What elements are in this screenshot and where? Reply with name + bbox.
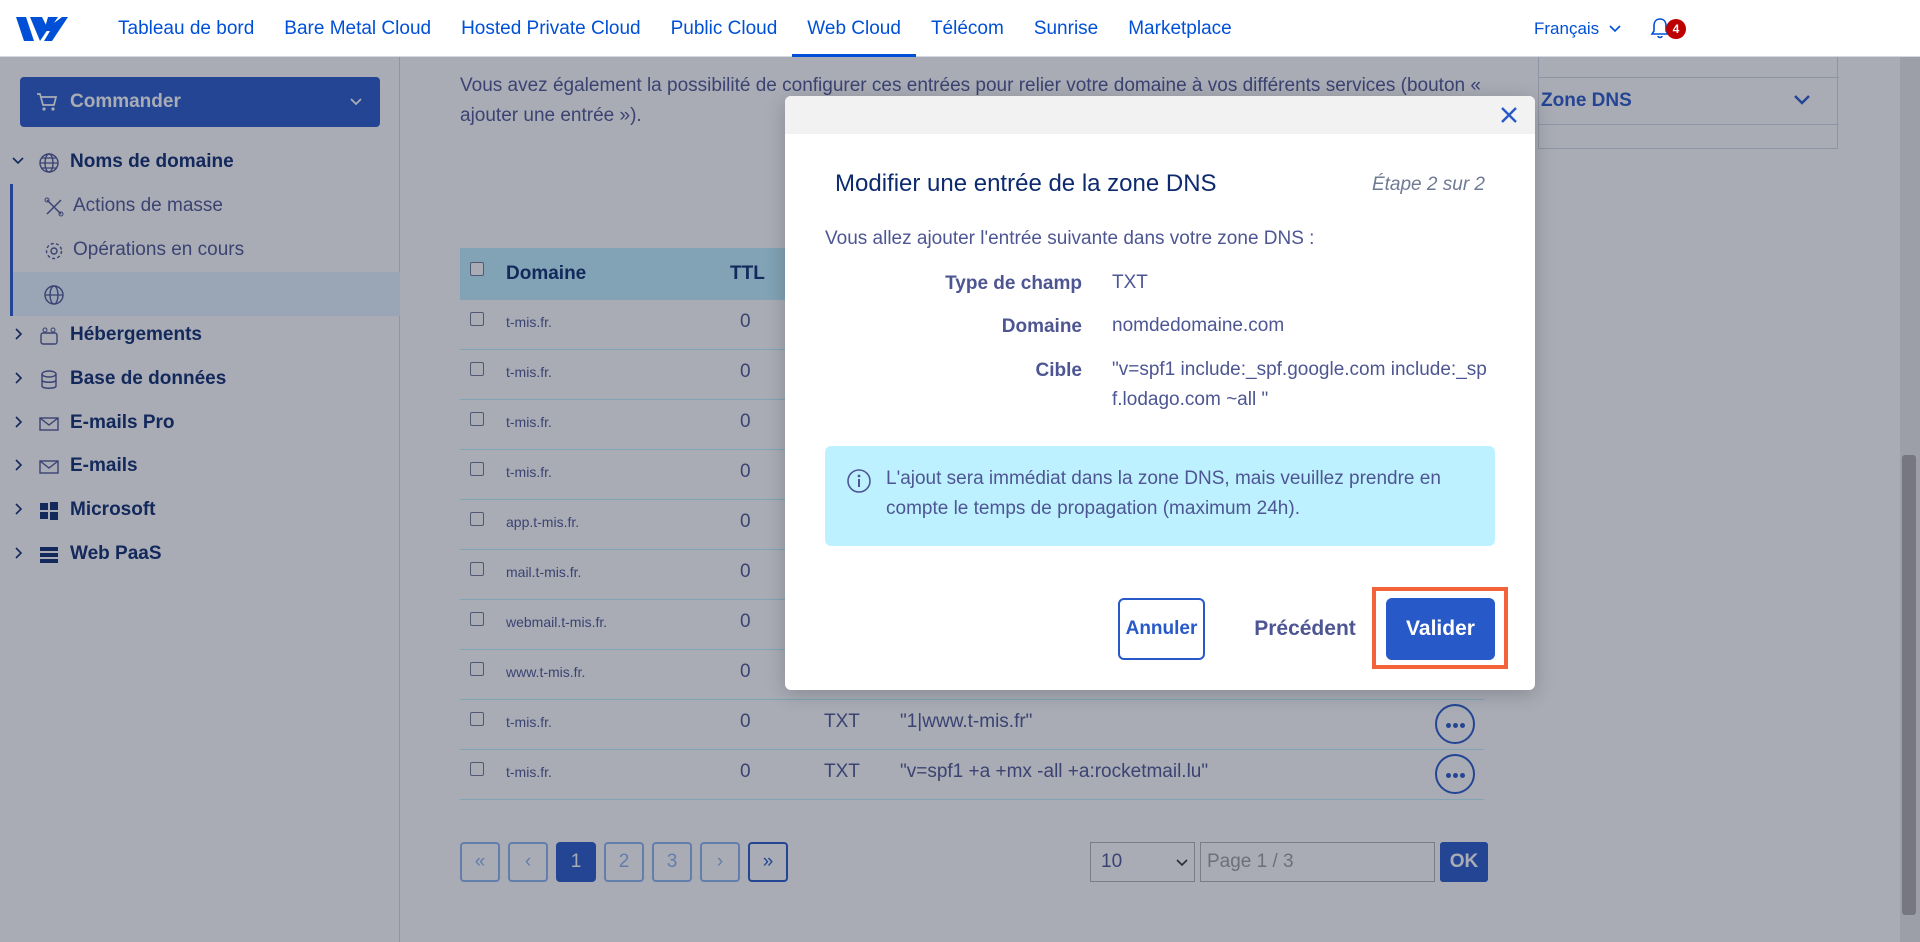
edit-dns-entry-modal: Modifier une entrée de la zone DNS Étape…	[785, 96, 1535, 690]
field-label: Cible	[1035, 360, 1082, 381]
scrollbar-thumb[interactable]	[1902, 455, 1916, 915]
modal-step-indicator: Étape 2 sur 2	[1371, 174, 1485, 195]
previous-button[interactable]: Précédent	[1225, 598, 1385, 660]
info-message-text: L'ajout sera immédiat dans la zone DNS, …	[886, 468, 1441, 519]
field-type-value: TXT	[1112, 272, 1148, 293]
cancel-button[interactable]: Annuler	[1118, 598, 1205, 660]
field-domain-value: nomdedomaine.com	[1112, 315, 1285, 336]
info-message: L'ajout sera immédiat dans la zone DNS, …	[825, 446, 1495, 546]
nav-bare-metal-cloud[interactable]: Bare Metal Cloud	[269, 0, 446, 57]
chevron-down-icon	[1609, 24, 1621, 32]
info-icon	[847, 469, 871, 493]
nav-hosted-private-cloud[interactable]: Hosted Private Cloud	[446, 0, 656, 57]
nav-marketplace[interactable]: Marketplace	[1113, 0, 1247, 57]
modal-header	[785, 96, 1535, 134]
top-navigation-bar: Tableau de bord Bare Metal Cloud Hosted …	[0, 0, 1920, 57]
nav-sunrise[interactable]: Sunrise	[1019, 0, 1113, 57]
field-target-value: "v=spf1 include:_spf.google.com include:…	[1112, 359, 1487, 410]
nav-telecom[interactable]: Télécom	[916, 0, 1019, 57]
language-selector[interactable]: Français	[1534, 0, 1621, 57]
nav-web-cloud[interactable]: Web Cloud	[792, 0, 916, 57]
main-nav: Tableau de bord Bare Metal Cloud Hosted …	[103, 0, 1247, 57]
modal-title: Modifier une entrée de la zone DNS	[835, 170, 1217, 197]
field-label: Type de champ	[945, 273, 1082, 294]
modal-intro-text: Vous allez ajouter l'entrée suivante dan…	[825, 228, 1315, 249]
notification-badge: 4	[1666, 19, 1686, 39]
nav-tableau-de-bord[interactable]: Tableau de bord	[103, 0, 269, 57]
nav-public-cloud[interactable]: Public Cloud	[656, 0, 793, 57]
field-label: Domaine	[1001, 316, 1082, 337]
confirm-button[interactable]: Valider	[1386, 598, 1495, 660]
close-icon[interactable]	[1497, 103, 1521, 127]
ovh-logo-icon[interactable]	[14, 13, 70, 45]
language-label: Français	[1534, 18, 1600, 38]
